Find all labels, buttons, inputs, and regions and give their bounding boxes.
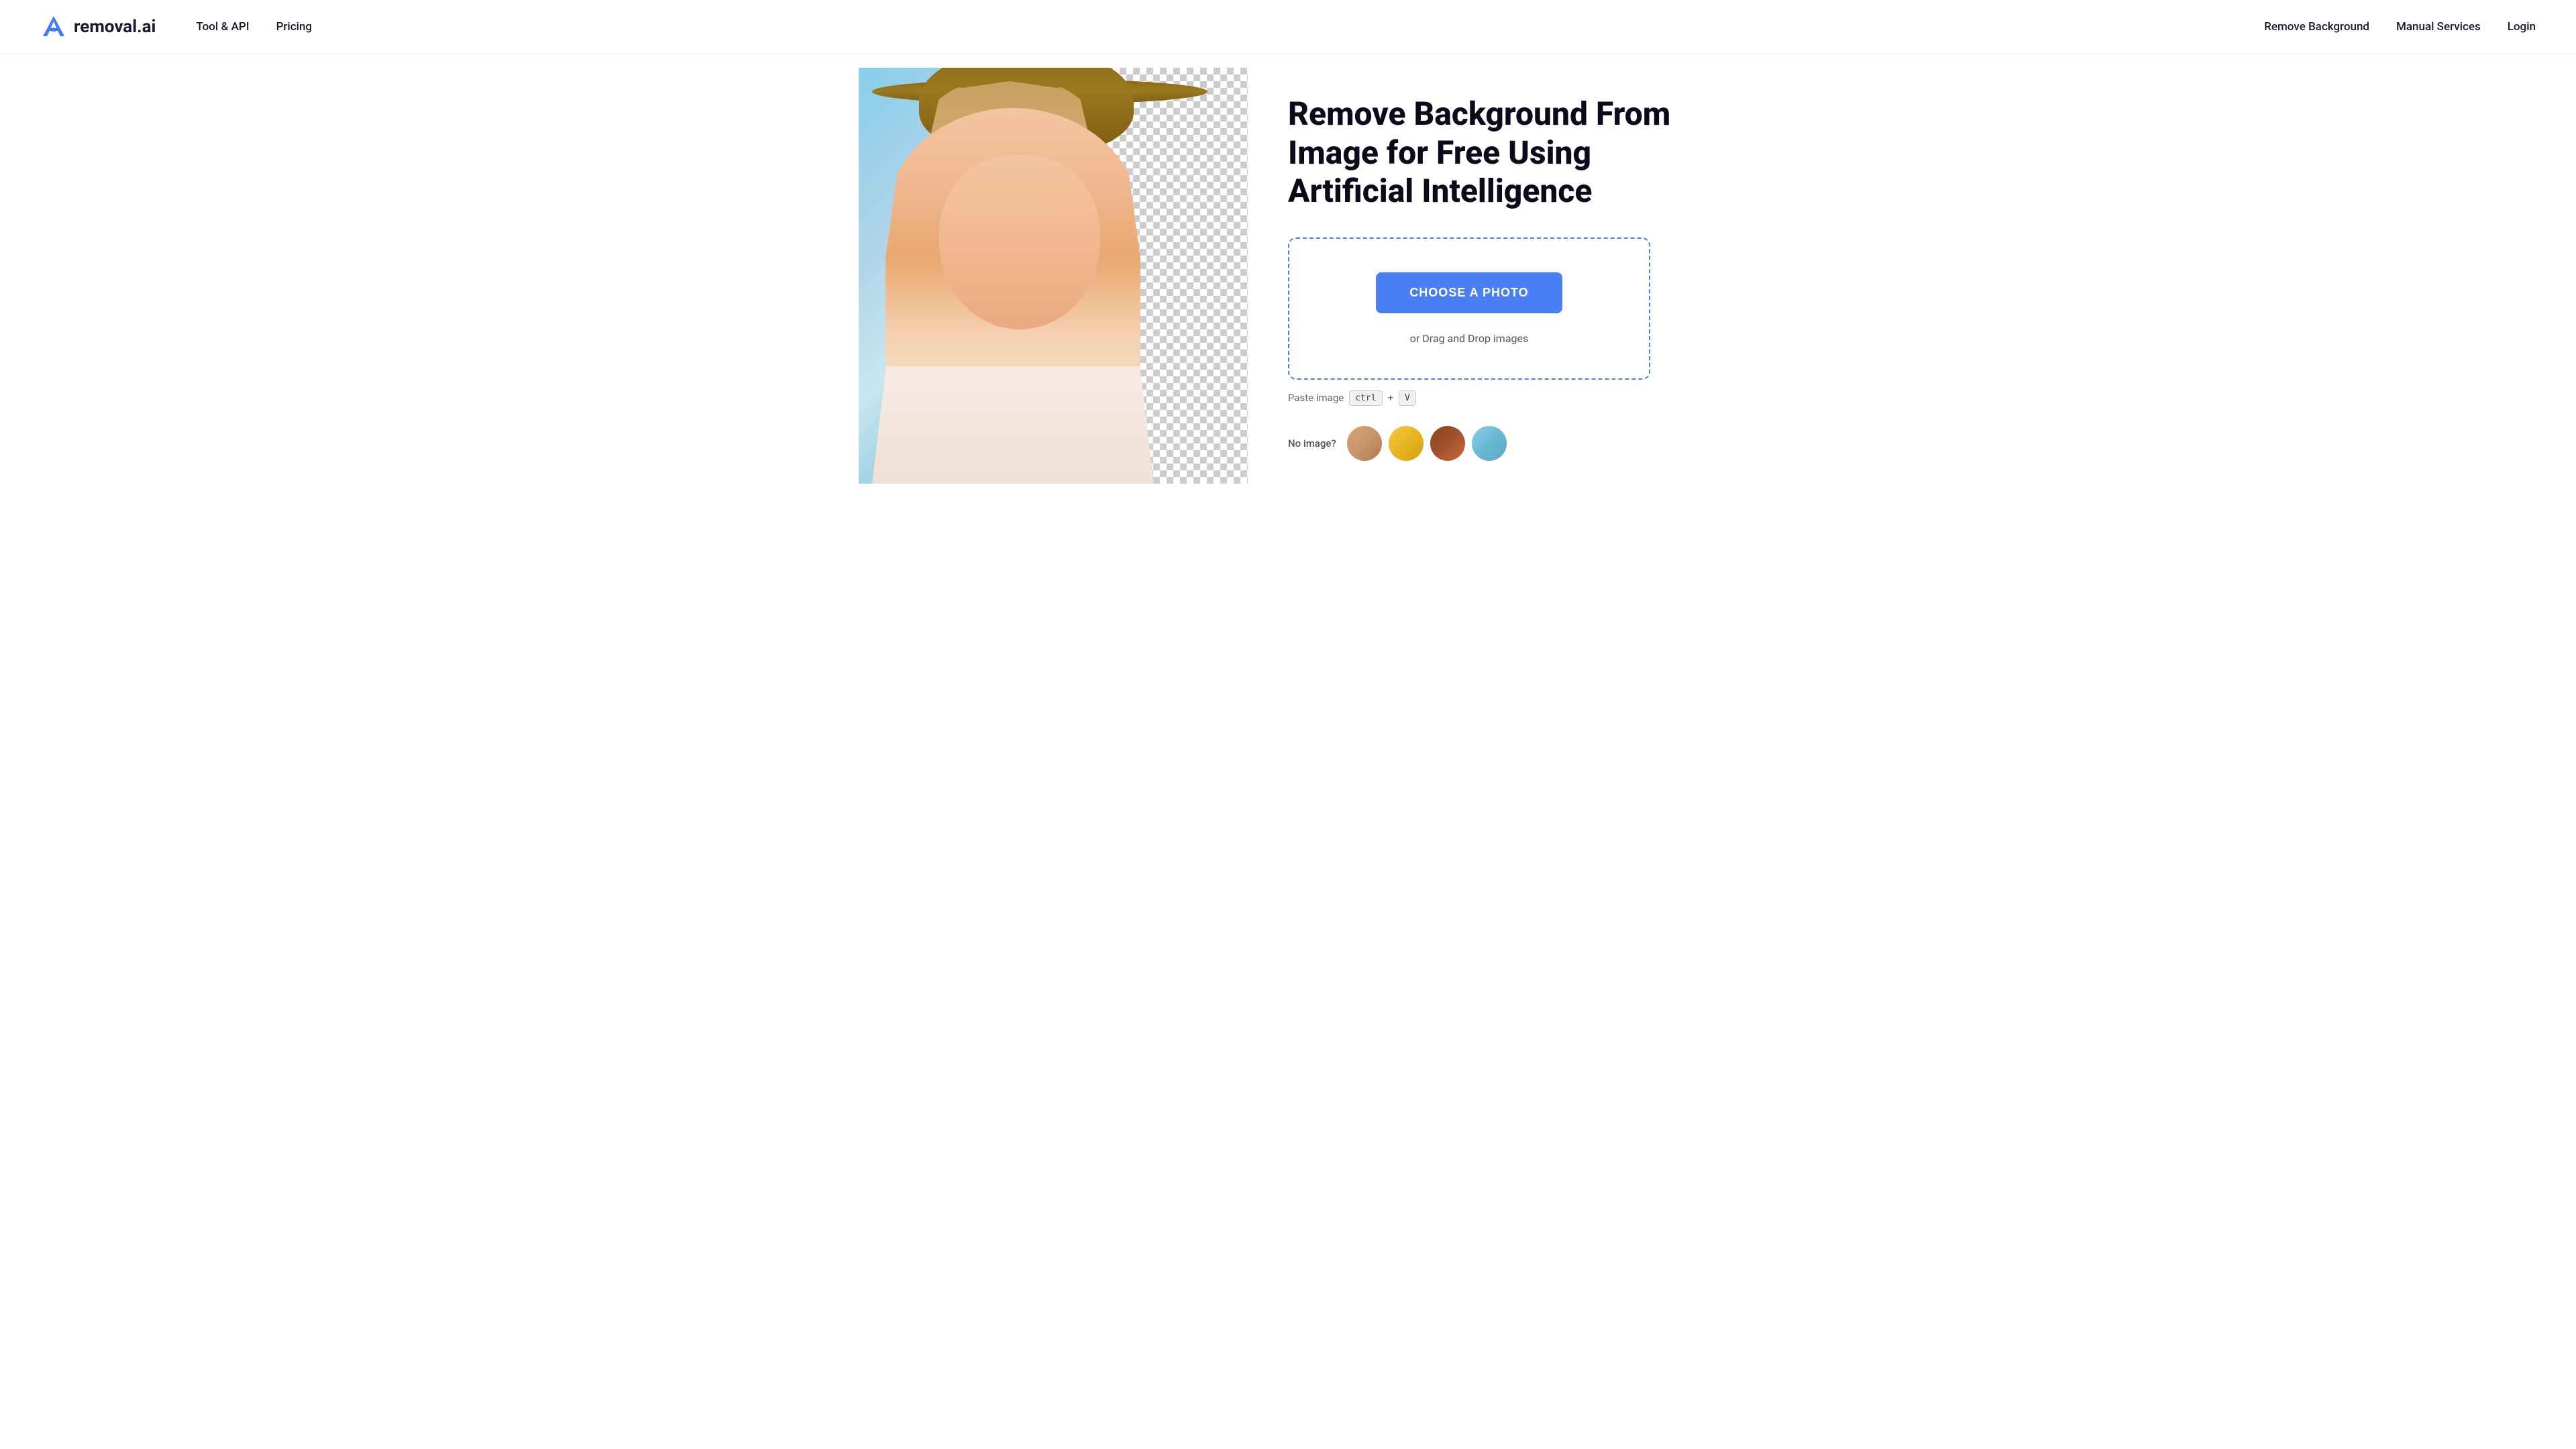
nav-tool-api[interactable]: Tool & API: [196, 20, 249, 34]
logo-text: removal.ai: [74, 17, 156, 37]
paste-hint-area: Paste image ctrl + V: [1288, 390, 1717, 406]
hero-content: Remove Background From Image for Free Us…: [1288, 68, 1717, 461]
sample-image-3[interactable]: [1430, 426, 1465, 461]
hero-title: Remove Background From Image for Free Us…: [1288, 95, 1717, 211]
ctrl-key-badge: ctrl: [1349, 390, 1382, 406]
logo-icon: [40, 13, 67, 40]
nav-pricing[interactable]: Pricing: [276, 20, 313, 34]
sample-images-list: [1347, 426, 1507, 461]
nav-manual-services[interactable]: Manual Services: [2396, 20, 2481, 34]
sample-image-1[interactable]: [1347, 426, 1382, 461]
no-image-label: No image?: [1288, 437, 1336, 449]
upload-area[interactable]: CHOOSE A PHOTO or Drag and Drop images: [1288, 237, 1650, 380]
header-right: Remove Background Manual Services Login: [2264, 20, 2536, 34]
face: [939, 155, 1100, 329]
choose-photo-button[interactable]: CHOOSE A PHOTO: [1376, 272, 1562, 313]
no-image-section: No image?: [1288, 426, 1717, 461]
sample-image-4[interactable]: [1472, 426, 1507, 461]
main-nav: Tool & API Pricing: [196, 20, 312, 34]
nav-remove-background[interactable]: Remove Background: [2264, 20, 2369, 34]
paste-label: Paste image: [1288, 392, 1344, 404]
main-content: Remove Background From Image for Free Us…: [818, 54, 1758, 484]
site-header: removal.ai Tool & API Pricing Remove Bac…: [0, 0, 2576, 54]
logo-link[interactable]: removal.ai: [40, 13, 156, 40]
drag-drop-label: or Drag and Drop images: [1309, 332, 1629, 345]
hero-image-container: [859, 68, 1248, 484]
plus-sign: +: [1388, 392, 1394, 404]
nav-login[interactable]: Login: [2508, 20, 2536, 34]
v-key-badge: V: [1399, 390, 1416, 406]
sample-image-2[interactable]: [1389, 426, 1424, 461]
header-left: removal.ai Tool & API Pricing: [40, 13, 312, 40]
